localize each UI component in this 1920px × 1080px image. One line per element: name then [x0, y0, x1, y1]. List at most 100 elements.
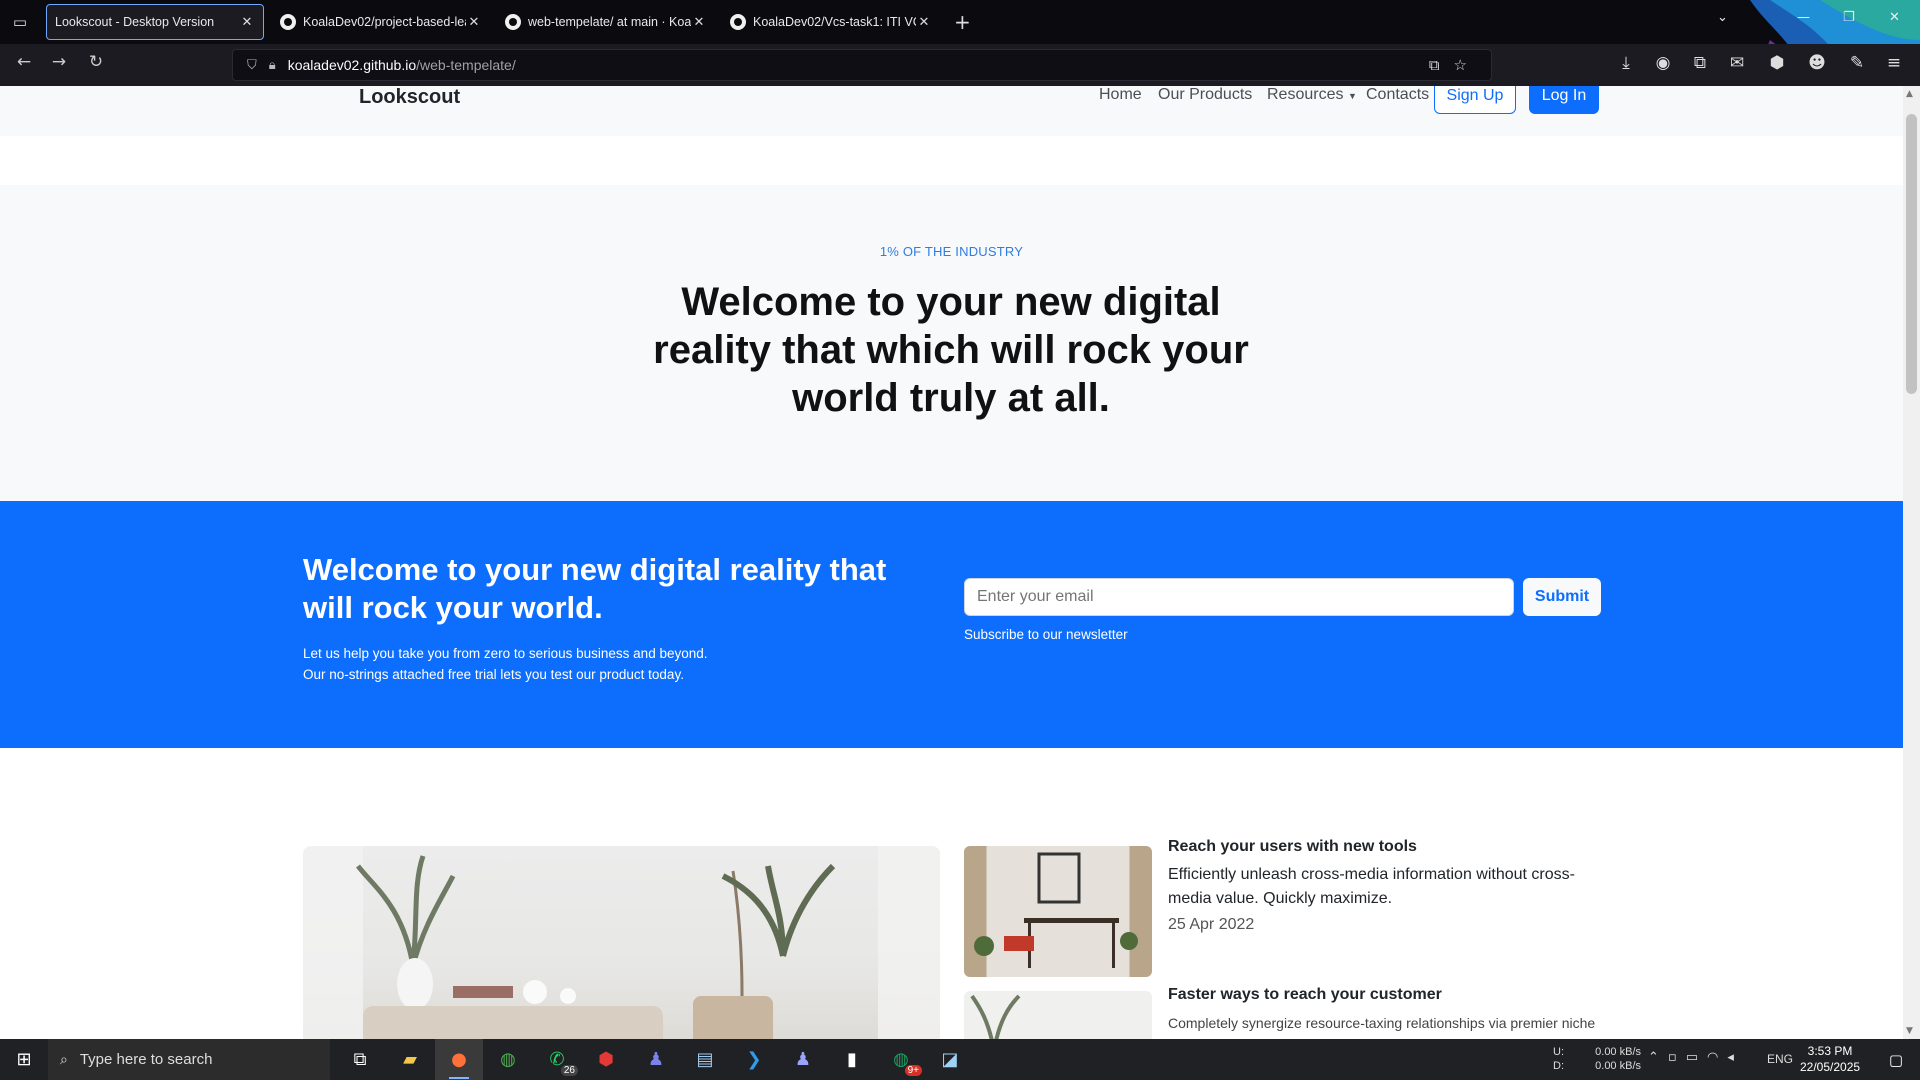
subscribe-note: Subscribe to our newsletter: [964, 627, 1128, 642]
signup-button[interactable]: Sign Up: [1434, 86, 1516, 114]
hero-title: Welcome to your new digital reality that…: [653, 280, 1249, 420]
net-up-label: U:: [1553, 1046, 1564, 1058]
github-icon: [505, 14, 521, 30]
url-host: koaladev02.github.io: [287, 57, 417, 73]
post-thumbnail[interactable]: [964, 846, 1152, 977]
close-window-icon[interactable]: ✕: [1889, 10, 1900, 25]
hero-eyebrow: 1% OF THE INDUSTRY: [879, 244, 1024, 259]
post-title[interactable]: Reach your users with new tools: [1168, 838, 1417, 856]
windows-taskbar: ⊞ ⌕ Type here to search ⧉ ▰ ● ◍ ✆ 26 ⬢ ♟ …: [0, 1039, 1920, 1080]
interior-scene-illustration: [303, 846, 940, 1039]
scroll-down-icon[interactable]: ▼: [1906, 1026, 1913, 1036]
browser-tab-active[interactable]: Lookscout - Desktop Version ✕: [46, 4, 264, 40]
back-arrow-icon[interactable]: ←: [12, 52, 36, 72]
browser-tab[interactable]: web-tempelate/ at main · Koala ✕: [497, 4, 715, 40]
windows-start-icon[interactable]: ⊞: [0, 1039, 48, 1080]
new-tab-icon[interactable]: +: [954, 10, 971, 34]
taskbar-clock[interactable]: 3:53 PM 22/05/2025: [1800, 1043, 1860, 1075]
account-icon[interactable]: ◉: [1651, 53, 1675, 73]
net-speed-values: 0.00 kB/s 0.00 kB/s: [1593, 1045, 1641, 1073]
lock-icon[interactable]: 🔒︎: [269, 58, 276, 73]
notifications-icon[interactable]: ▢: [1872, 1039, 1920, 1080]
extensions-icon[interactable]: ⧉: [1688, 53, 1712, 73]
active-indicator: [449, 1077, 469, 1079]
clock-time: 3:53 PM: [1807, 1044, 1853, 1058]
translate-icon[interactable]: ⧉: [1429, 56, 1454, 74]
extension-avatar-icon[interactable]: ☻: [1805, 53, 1829, 73]
post-excerpt: Efficiently unleash cross-media informat…: [1168, 866, 1575, 907]
post-title[interactable]: Faster ways to reach your customer: [1168, 986, 1442, 1004]
email-field[interactable]: [964, 578, 1514, 616]
chrome-profile-icon[interactable]: ◍ 9+: [877, 1039, 925, 1080]
address-bar[interactable]: ⛉ 🔒︎ koaladev02.github.io/web-tempelate/…: [232, 49, 1492, 81]
device-icon[interactable]: ▫: [1668, 1050, 1686, 1065]
download-icon[interactable]: ⤓: [1614, 53, 1638, 73]
file-explorer-icon[interactable]: ▰: [386, 1039, 434, 1080]
notepad-icon[interactable]: ▤: [681, 1039, 729, 1080]
teams-icon[interactable]: ♟: [632, 1039, 680, 1080]
tab-list-icon[interactable]: ▭: [8, 10, 32, 34]
whatsapp-icon[interactable]: ✆ 26: [533, 1039, 581, 1080]
tab-title: KoalaDev02/Vcs-task1: ITI VCS T: [753, 15, 916, 29]
restore-window-icon[interactable]: ❐: [1843, 10, 1855, 25]
close-tab-icon[interactable]: ✕: [916, 14, 932, 30]
vscode-icon[interactable]: ❯: [730, 1039, 778, 1080]
volume-icon[interactable]: ◂: [1727, 1050, 1743, 1065]
nav-link-home[interactable]: Home: [1099, 86, 1142, 104]
taskbar-search[interactable]: ⌕ Type here to search: [48, 1039, 330, 1080]
plant-photo-illustration: [970, 994, 1021, 1039]
tab-overflow-icon[interactable]: ⌄: [1717, 10, 1728, 25]
forward-arrow-icon[interactable]: →: [47, 52, 71, 72]
browser-tab[interactable]: KoalaDev02/project-based-lear ✕: [272, 4, 490, 40]
show-hidden-icons-icon[interactable]: ⌃: [1648, 1050, 1668, 1065]
browser-tab-bar: ▭ Lookscout - Desktop Version ✕ KoalaDev…: [0, 0, 1920, 88]
post-date: 25 Apr 2022: [1168, 916, 1255, 933]
teams-classic-icon[interactable]: ♟: [779, 1039, 827, 1080]
page-viewport: Lookscout Home Our Products Resources ▼ …: [0, 86, 1903, 1039]
scrollbar-thumb[interactable]: [1906, 114, 1917, 394]
net-speed-labels: U: D:: [1553, 1045, 1564, 1073]
page-scrollbar[interactable]: ▲ ▼: [1903, 86, 1920, 1039]
nav-link-contacts[interactable]: Contacts: [1366, 86, 1429, 104]
chrome-icon[interactable]: ◍: [484, 1039, 532, 1080]
minimize-window-icon[interactable]: —: [1797, 10, 1810, 25]
notes-app-icon[interactable]: ◪: [926, 1039, 974, 1080]
scroll-up-icon[interactable]: ▲: [1906, 89, 1913, 99]
close-tab-icon[interactable]: ✕: [466, 14, 482, 30]
audio-meter-icon[interactable]: ▮: [828, 1039, 876, 1080]
tab-title: web-tempelate/ at main · Koala: [528, 15, 691, 29]
shield-icon[interactable]: ⛉: [247, 58, 257, 73]
reload-icon[interactable]: ↻: [84, 52, 108, 72]
firefox-icon[interactable]: ●: [435, 1039, 483, 1080]
newsletter-text-line1: Let us help you take you from zero to se…: [303, 646, 708, 661]
github-icon: [730, 14, 746, 30]
bookmark-star-icon[interactable]: ☆: [1454, 56, 1481, 74]
wifi-icon[interactable]: ◠: [1707, 1050, 1727, 1065]
close-tab-icon[interactable]: ✕: [691, 14, 707, 30]
whatsapp-badge: 26: [560, 1065, 578, 1076]
language-indicator[interactable]: ENG: [1767, 1052, 1793, 1066]
browser-tab[interactable]: KoalaDev02/Vcs-task1: ITI VCS T ✕: [722, 4, 940, 40]
post-excerpt: Completely synergize resource-taxing rel…: [1168, 1015, 1596, 1031]
submit-button[interactable]: Submit: [1523, 578, 1601, 616]
brand-logo[interactable]: Lookscout: [359, 86, 460, 109]
menu-hamburger-icon[interactable]: ≡: [1882, 53, 1906, 73]
nav-link-products[interactable]: Our Products: [1158, 86, 1252, 104]
login-button[interactable]: Log In: [1529, 86, 1599, 114]
post-thumbnail[interactable]: [964, 991, 1152, 1039]
close-tab-icon[interactable]: ✕: [239, 14, 255, 30]
feature-image[interactable]: [303, 846, 940, 1039]
net-down-label: D:: [1553, 1060, 1564, 1072]
tab-title: KoalaDev02/project-based-lear: [303, 15, 466, 29]
nav-dropdown-resources[interactable]: Resources ▼: [1267, 86, 1357, 104]
pen-extension-icon[interactable]: ✎: [1845, 53, 1869, 73]
site-navbar: Lookscout Home Our Products Resources ▼ …: [0, 86, 1903, 136]
caret-down-icon: ▼: [1347, 91, 1357, 101]
ublock-icon[interactable]: ⬢: [1765, 53, 1789, 73]
newsletter-text-line2: Our no-strings attached free trial lets …: [303, 667, 684, 682]
security-app-icon[interactable]: ⬢: [582, 1039, 630, 1080]
battery-icon[interactable]: ▭: [1686, 1050, 1707, 1065]
task-view-icon[interactable]: ⧉: [336, 1039, 384, 1080]
newsletter-title: Welcome to your new digital reality that…: [303, 552, 887, 625]
extension-notification-icon[interactable]: ✉: [1725, 53, 1749, 73]
